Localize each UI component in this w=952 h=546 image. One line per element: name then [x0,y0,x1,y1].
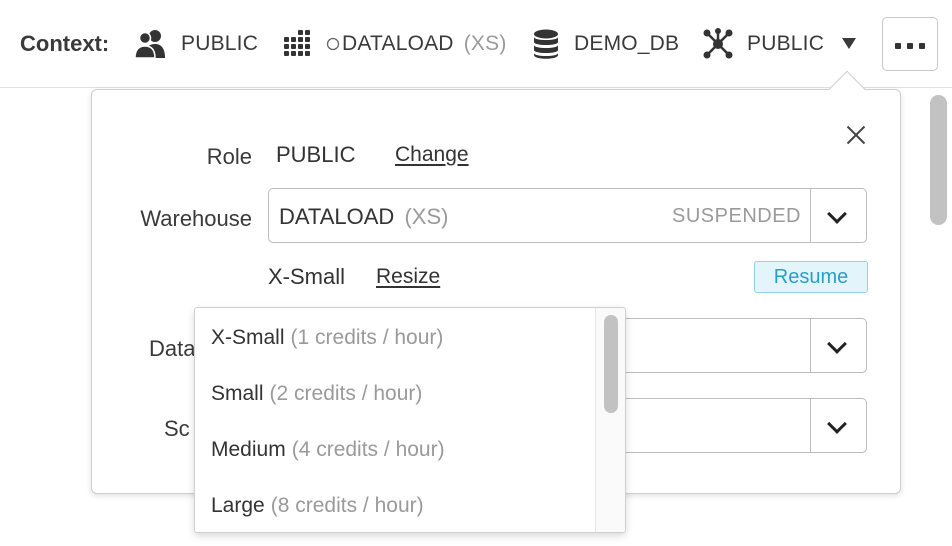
warehouse-label: Warehouse [140,206,252,231]
database-select-toggle[interactable] [810,319,866,372]
size-option-credits: (4 credits / hour) [291,438,445,461]
warehouse-status: SUSPENDED [672,205,801,227]
size-option-xsmall[interactable]: X-Small (1 credits / hour) [211,326,443,350]
role-label: Role [206,144,252,169]
warehouse-select-size: (XS) [404,204,449,229]
context-schema[interactable]: PUBLIC [747,32,824,56]
warehouse-grid-icon[interactable] [282,28,316,60]
warehouse-select-value: DATALOAD (XS) [279,204,448,230]
more-dot-icon [919,43,925,49]
change-role-link[interactable]: Change [395,143,469,167]
schema-network-icon[interactable] [702,28,736,60]
chevron-down-icon [827,204,847,224]
warehouse-select[interactable]: DATALOAD (XS) SUSPENDED [268,188,867,243]
context-database[interactable]: DEMO_DB [574,32,679,56]
warehouse-select-toggle[interactable] [810,189,866,242]
chevron-down-icon [827,334,847,354]
size-option-name: Large [211,494,265,517]
size-option-small[interactable]: Small (2 credits / hour) [211,382,422,406]
size-option-credits: (2 credits / hour) [269,382,423,405]
chevron-down-icon [827,414,847,434]
size-option-name: Small [211,382,264,405]
resume-button[interactable]: Resume [754,261,868,293]
role-users-icon[interactable] [134,28,168,60]
page-scrollbar[interactable] [930,95,947,225]
more-dot-icon [907,43,913,49]
role-value: PUBLIC [276,142,356,167]
size-option-credits: (8 credits / hour) [270,494,424,517]
size-option-name: Medium [211,438,286,461]
resize-link[interactable]: Resize [376,265,440,289]
warehouse-size-value: X-Small [268,264,346,289]
more-options-button[interactable] [882,17,938,71]
schema-select-toggle[interactable] [810,399,866,452]
context-dropdown-caret-icon[interactable] [842,38,856,49]
context-warehouse-name: DATALOAD [342,32,454,55]
dropdown-scroll-thumb[interactable] [604,315,618,413]
context-bar: Context: PUBLIC DATALOAD (XS) DEMO_DB PU… [0,0,952,88]
more-dot-icon [895,43,901,49]
size-option-credits: (1 credits / hour) [290,326,444,349]
database-label: Data [149,336,196,361]
size-option-medium[interactable]: Medium (4 credits / hour) [211,438,445,462]
context-role[interactable]: PUBLIC [181,32,258,56]
size-option-name: X-Small [211,326,285,349]
warehouse-size-dropdown: X-Small (1 credits / hour) Small (2 credit… [194,307,626,533]
warehouse-suspended-status-icon [326,37,340,51]
size-option-large[interactable]: Large (8 credits / hour) [211,494,424,518]
context-warehouse[interactable]: DATALOAD (XS) [342,32,507,56]
warehouse-select-name: DATALOAD [279,204,395,229]
context-warehouse-size: (XS) [463,32,507,55]
database-icon[interactable] [531,28,565,60]
close-icon[interactable] [843,122,869,148]
context-label: Context: [20,31,110,56]
